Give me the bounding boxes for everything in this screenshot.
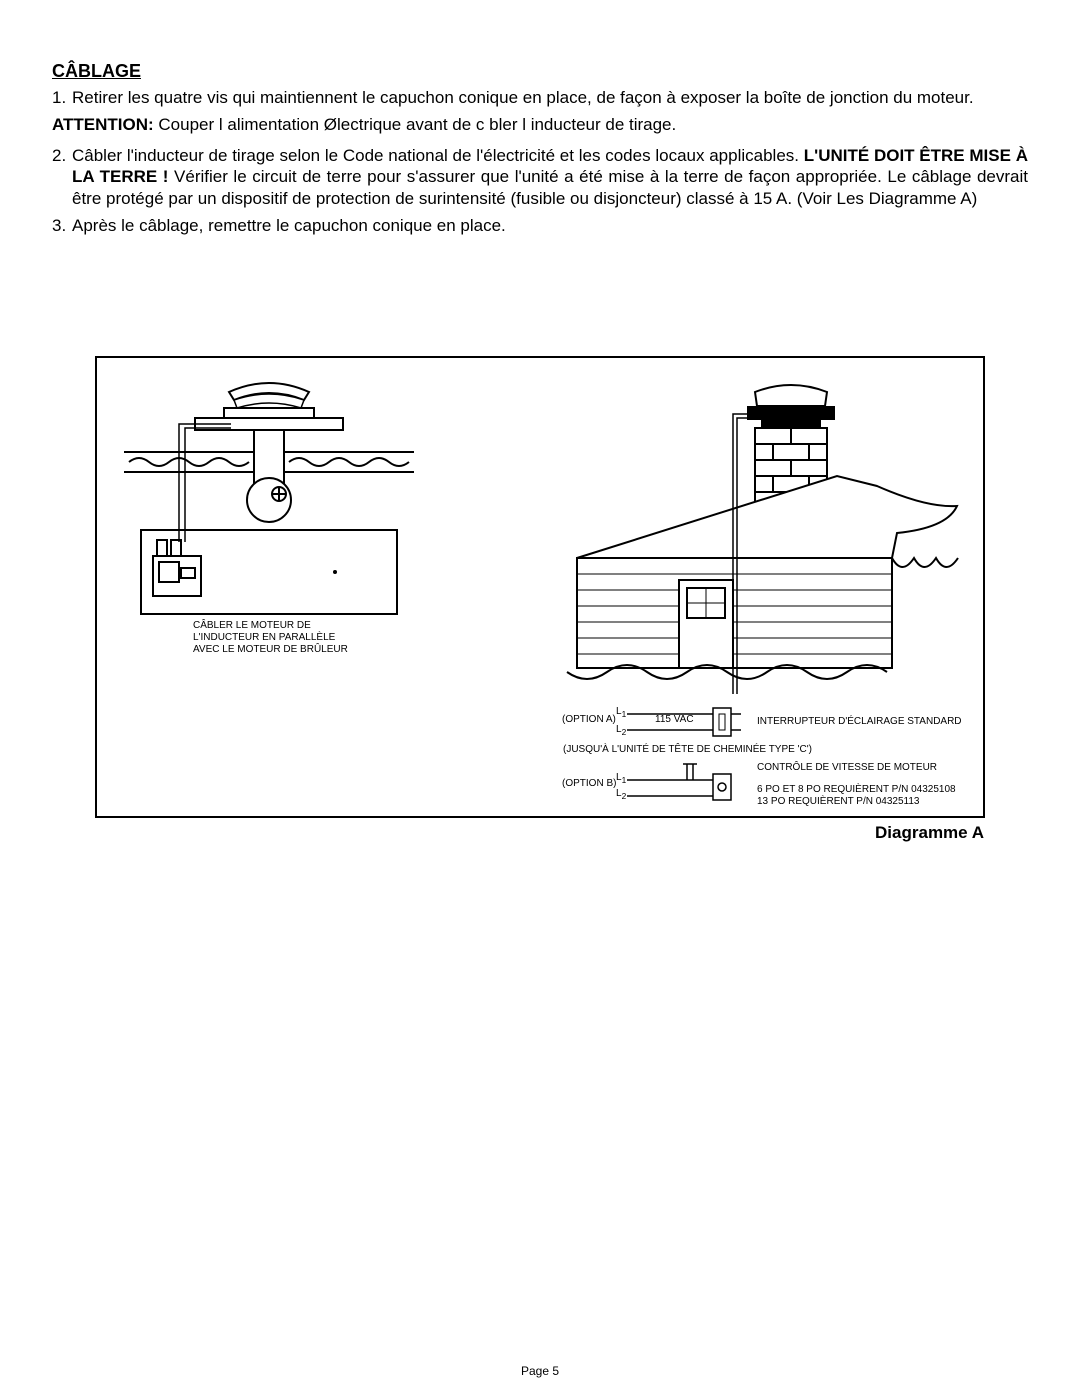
page-number: Page 5 [0, 1364, 1080, 1379]
caption-line: L'INDUCTEUR EN PARALLÈLE [193, 632, 335, 643]
item2-post: Vérifier le circuit de terre pour s'assu… [72, 167, 1028, 207]
attention-text: Couper l alimentation Ølectrique avant d… [154, 115, 677, 134]
list-body: Après le câblage, remettre le capuchon c… [72, 215, 1028, 236]
right-house-diagram [537, 368, 967, 698]
attention-label: ATTENTION: [52, 115, 154, 134]
list-number: 3. [52, 215, 72, 236]
item2-pre: Câbler l'inducteur de tirage selon le Co… [72, 146, 804, 165]
label-speed-control: CONTRÔLE DE VITESSE DE MOTEUR [757, 762, 937, 774]
left-diagram-caption: CÂBLER LE MOTEUR DE L'INDUCTEUR EN PARAL… [193, 620, 348, 656]
list-body: Retirer les quatre vis qui maintiennent … [72, 87, 1028, 108]
subscript: 1 [622, 775, 627, 785]
caption-line: CÂBLER LE MOTEUR DE [193, 620, 311, 631]
attention-paragraph: ATTENTION: Couper l alimentation Ølectri… [52, 114, 1028, 135]
list-number: 2. [52, 145, 72, 209]
page: CÂBLAGE 1. Retirer les quatre vis qui ma… [0, 0, 1080, 1397]
label-115vac: 115 VAC [655, 714, 694, 726]
caption-line: AVEC LE MOTEUR DE BRÛLEUR [193, 644, 348, 655]
list-item-1: 1. Retirer les quatre vis qui maintienne… [52, 87, 1028, 108]
list-body: Câbler l'inducteur de tirage selon le Co… [72, 145, 1028, 209]
subscript: 2 [622, 791, 627, 801]
label-l1: L1 [616, 706, 626, 719]
label-option-a: (OPTION A) [562, 714, 616, 726]
subscript: 2 [622, 727, 627, 737]
left-installation-diagram [119, 372, 429, 642]
list-item-3: 3. Après le câblage, remettre le capucho… [52, 215, 1028, 236]
label-l2b: L2 [616, 788, 626, 801]
diagram-box: CÂBLER LE MOTEUR DE L'INDUCTEUR EN PARAL… [95, 356, 985, 818]
section-heading: CÂBLAGE [52, 60, 1028, 83]
label-chimney-note: (JUSQU'À L'UNITÉ DE TÊTE DE CHEMINÉE TYP… [563, 744, 812, 756]
label-pn2: 13 PO REQUIÈRENT P/N 04325113 [757, 796, 920, 808]
label-switch: INTERRUPTEUR D'ÉCLAIRAGE STANDARD [757, 716, 962, 728]
list-item-2: 2. Câbler l'inducteur de tirage selon le… [52, 145, 1028, 209]
label-pn1: 6 PO ET 8 PO REQUIÈRENT P/N 04325108 [757, 784, 956, 796]
list-number: 1. [52, 87, 72, 108]
label-l1b: L1 [616, 772, 626, 785]
label-option-b: (OPTION B) [562, 778, 616, 790]
label-l2: L2 [616, 724, 626, 737]
subscript: 1 [622, 709, 627, 719]
diagram-caption: Diagramme A [52, 822, 984, 843]
